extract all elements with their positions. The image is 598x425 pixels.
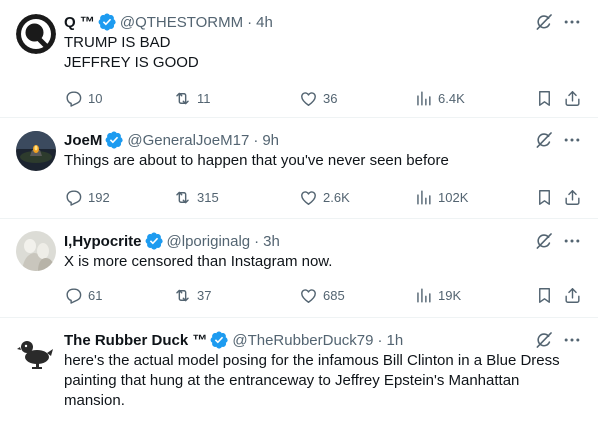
avatar[interactable] [16, 231, 56, 271]
views-count: 19K [438, 287, 462, 303]
timestamp[interactable]: 9h [262, 132, 279, 149]
grok-icon[interactable] [534, 231, 554, 251]
grok-icon[interactable] [534, 330, 554, 350]
verified-badge-icon [145, 232, 163, 250]
timestamp[interactable]: 1h [387, 332, 404, 349]
tweet-text: here's the actual model posing for the i… [64, 352, 560, 409]
bookmark-icon [535, 89, 554, 108]
bookmark-icon [535, 286, 554, 305]
share-icon [563, 188, 582, 207]
grok-icon[interactable] [534, 12, 554, 32]
verified-badge-icon [210, 331, 228, 349]
tweet[interactable]: The Rubber Duck ™ @TheRubberDuck79 · 1h … [0, 318, 598, 425]
bookmark-button[interactable] [535, 188, 554, 207]
retweet-icon [173, 286, 192, 305]
views-count: 6.4K [438, 90, 465, 106]
bookmark-button[interactable] [535, 286, 554, 305]
views-button[interactable]: 19K [414, 286, 461, 305]
views-icon [414, 89, 433, 108]
avatar[interactable] [16, 131, 56, 171]
reply-button[interactable]: 192 [64, 188, 110, 207]
separator-dot: · [253, 131, 259, 149]
display-name[interactable]: Q ™ [64, 14, 95, 31]
handle[interactable]: @TheRubberDuck79 [232, 332, 373, 349]
retweet-button[interactable]: 37 [173, 286, 211, 305]
separator-dot: · [254, 232, 260, 250]
tweet-text: X is more censored than Instagram now. [64, 253, 333, 270]
tweet[interactable]: JoeM @GeneralJoeM17 · 9h Things are abou… [0, 118, 598, 219]
more-icon[interactable] [562, 12, 582, 32]
avatar[interactable] [16, 330, 56, 370]
like-button[interactable]: 2.6K [299, 188, 350, 207]
views-button[interactable]: 102K [414, 188, 468, 207]
more-icon[interactable] [562, 130, 582, 150]
reply-button[interactable]: 10 [64, 89, 102, 108]
display-name[interactable]: I,Hypocrite [64, 233, 142, 250]
grok-icon[interactable] [534, 130, 554, 150]
timestamp[interactable]: 3h [263, 233, 280, 250]
retweet-button[interactable]: 11 [173, 89, 211, 108]
like-button[interactable]: 36 [299, 89, 337, 108]
more-icon[interactable] [562, 231, 582, 251]
reply-button[interactable]: 61 [64, 286, 102, 305]
retweet-count: 11 [197, 90, 211, 106]
timestamp[interactable]: 4h [256, 14, 273, 31]
share-button[interactable] [563, 89, 582, 108]
views-icon [414, 286, 433, 305]
views-button[interactable]: 6.4K [414, 89, 465, 108]
handle[interactable]: @GeneralJoeM17 [127, 132, 249, 149]
like-count: 36 [323, 90, 338, 106]
rubber-duck-icon [16, 330, 56, 370]
reply-icon [64, 286, 83, 305]
share-icon [563, 89, 582, 108]
like-count: 685 [323, 287, 345, 303]
memorial-photo-icon [16, 131, 56, 171]
reply-count: 10 [88, 90, 103, 106]
tweet[interactable]: Q ™ @QTHESTORMM · 4h TRUMP IS BAD JEFFRE… [0, 0, 598, 118]
separator-dot: · [247, 13, 253, 31]
share-icon [563, 286, 582, 305]
share-button[interactable] [563, 286, 582, 305]
display-name[interactable]: The Rubber Duck ™ [64, 332, 207, 349]
handle[interactable]: @QTHESTORMM [120, 14, 243, 31]
avatar[interactable] [16, 14, 56, 54]
bookmark-icon [535, 188, 554, 207]
verified-badge-icon [98, 13, 116, 31]
retweet-button[interactable]: 315 [173, 188, 219, 207]
retweet-icon [173, 89, 192, 108]
verified-badge-icon [105, 131, 123, 149]
reply-count: 192 [88, 189, 110, 205]
statue-photo-icon [16, 231, 56, 271]
reply-icon [64, 89, 83, 108]
share-button[interactable] [563, 188, 582, 207]
like-button[interactable]: 685 [299, 286, 345, 305]
handle[interactable]: @lporiginalg [167, 233, 251, 250]
heart-icon [299, 89, 318, 108]
views-icon [414, 188, 433, 207]
retweet-count: 315 [197, 189, 219, 205]
tweet-text: TRUMP IS BAD JEFFREY IS GOOD [64, 34, 199, 71]
q-logo-icon [16, 14, 56, 54]
reply-icon [64, 188, 83, 207]
like-count: 2.6K [323, 189, 350, 205]
heart-icon [299, 286, 318, 305]
separator-dot: · [377, 331, 383, 349]
display-name[interactable]: JoeM [64, 132, 102, 149]
bookmark-button[interactable] [535, 89, 554, 108]
more-icon[interactable] [562, 330, 582, 350]
views-count: 102K [438, 189, 469, 205]
heart-icon [299, 188, 318, 207]
retweet-count: 37 [197, 287, 212, 303]
tweet-text: Things are about to happen that you've n… [64, 152, 449, 169]
retweet-icon [173, 188, 192, 207]
tweet[interactable]: I,Hypocrite @lporiginalg · 3h X is more … [0, 219, 598, 318]
reply-count: 61 [88, 287, 103, 303]
